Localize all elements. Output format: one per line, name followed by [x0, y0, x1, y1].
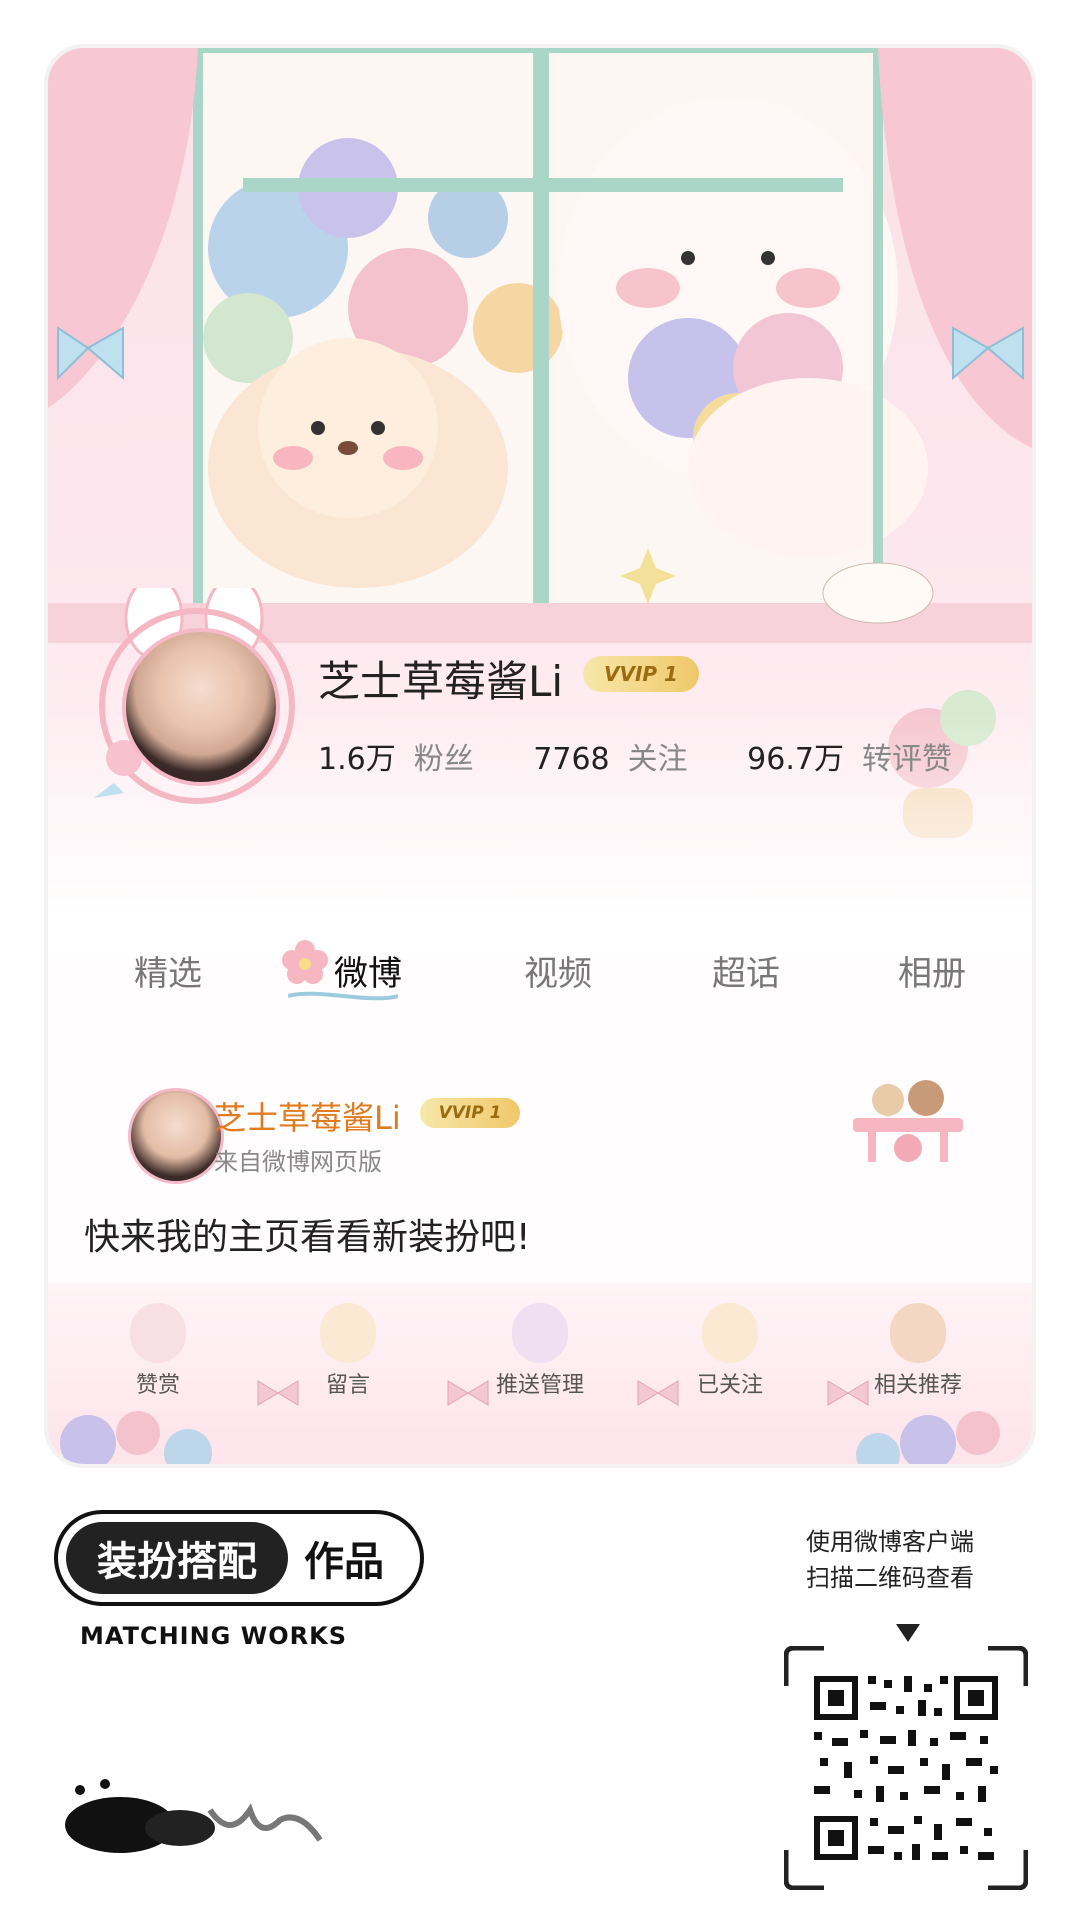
- tab-featured[interactable]: 精选: [98, 946, 238, 995]
- tip-button[interactable]: 赞赏: [78, 1303, 238, 1399]
- vip-badge[interactable]: VVIP 1: [583, 656, 699, 692]
- stat-followers[interactable]: 1.6万 粉丝: [318, 734, 474, 778]
- bears-table-sticker-icon: [853, 1080, 963, 1162]
- puppy-icon: [320, 1303, 376, 1363]
- tab-video[interactable]: 视频: [488, 946, 628, 995]
- matching-works-subtitle: MATCHING WORKS: [80, 1622, 347, 1650]
- profile-card: 芝士草莓酱Li VVIP 1 1.6万 粉丝 7768 关注 96.7万 转评赞 精选…: [48, 48, 1032, 1464]
- post-avatar[interactable]: [128, 1088, 224, 1184]
- recommendations-button[interactable]: 相关推荐: [838, 1303, 998, 1399]
- post-author[interactable]: 芝士草莓酱Li: [214, 1093, 401, 1139]
- badge-light-label: 作品: [304, 1539, 384, 1585]
- stat-following[interactable]: 7768 关注: [533, 734, 687, 778]
- profile-name: 芝士草莓酱Li: [318, 657, 564, 706]
- profile-avatar-frame[interactable]: [84, 588, 304, 808]
- profile-stats: 1.6万 粉丝 7768 关注 96.7万 转评赞: [318, 734, 1002, 778]
- profile-tabs: 精选 微博 视频 超话 相册: [48, 928, 1032, 1038]
- push-settings-button[interactable]: 推送管理: [460, 1303, 620, 1399]
- tab-super-topic[interactable]: 超话: [676, 946, 816, 995]
- badge-dark-label: 装扮搭配: [66, 1522, 288, 1594]
- post-action-bar: 赞赏 留言 推送管理 已关注 相关推荐: [48, 1283, 1032, 1464]
- post-content: 快来我的主页看看新装扮吧!: [84, 1217, 531, 1258]
- puppy-flower-icon: [702, 1303, 758, 1363]
- profile-avatar: [122, 628, 280, 786]
- down-arrow-icon: [896, 1624, 920, 1642]
- stat-interactions[interactable]: 96.7万 转评赞: [747, 734, 952, 778]
- qr-code[interactable]: [784, 1646, 1028, 1890]
- bear-icon: [890, 1303, 946, 1363]
- post-source: 来自微博网页版: [214, 1148, 382, 1176]
- followed-button[interactable]: 已关注: [650, 1303, 810, 1399]
- bunny-bouquet-icon: [512, 1303, 568, 1363]
- cupcake-icon: [130, 1303, 186, 1363]
- matching-works-badge: 装扮搭配 作品: [54, 1510, 424, 1606]
- active-tab-ribbon-icon: [288, 991, 398, 1001]
- qr-caption: 使用微博客户端 扫描二维码查看: [806, 1528, 974, 1592]
- post-vip-badge: VVIP 1: [420, 1098, 520, 1128]
- tab-album[interactable]: 相册: [862, 946, 1002, 995]
- signature-scribble: [65, 1779, 323, 1853]
- comment-button[interactable]: 留言: [268, 1303, 428, 1399]
